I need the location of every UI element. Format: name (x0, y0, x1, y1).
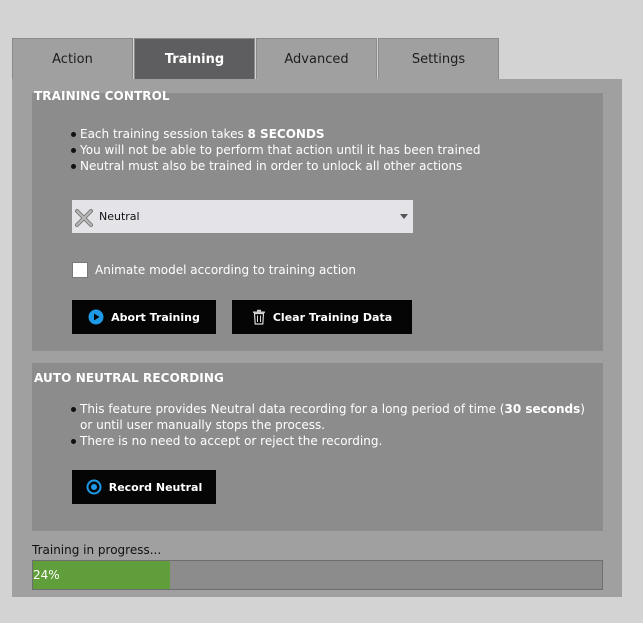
animate-model-label: Animate model according to training acti… (95, 263, 356, 277)
tab-training[interactable]: Training (134, 38, 255, 79)
training-info-list: Each training session takes 8 SECONDS Yo… (70, 126, 590, 174)
abort-training-button[interactable]: Abort Training (72, 300, 216, 334)
tab-action[interactable]: Action (12, 38, 133, 79)
auto-neutral-title: AUTO NEUTRAL RECORDING (34, 371, 224, 385)
tab-settings[interactable]: Settings (378, 38, 499, 79)
list-item: Each training session takes 8 SECONDS (70, 126, 590, 142)
record-neutral-button[interactable]: Record Neutral (72, 470, 216, 504)
list-item: This feature provides Neutral data recor… (70, 401, 590, 433)
record-circle-icon (86, 479, 102, 495)
action-select-dropdown[interactable]: Neutral (72, 200, 413, 233)
tab-bar: Action Training Advanced Settings (12, 38, 500, 79)
progress-percent: 24% (33, 568, 60, 582)
training-control-title: TRAINING CONTROL (34, 89, 170, 103)
auto-neutral-section: AUTO NEUTRAL RECORDING This feature prov… (32, 363, 603, 531)
neutral-cross-icon (75, 208, 93, 227)
clear-training-data-label: Clear Training Data (272, 310, 393, 324)
animate-model-checkbox[interactable] (72, 262, 88, 278)
list-item: You will not be able to perform that act… (70, 142, 590, 158)
tab-advanced[interactable]: Advanced (256, 38, 377, 79)
record-neutral-label: Record Neutral (108, 480, 203, 494)
training-progress-bar: 24% (32, 560, 603, 590)
progress-status-text: Training in progress... (32, 543, 162, 557)
play-circle-icon (88, 309, 104, 325)
training-control-section: TRAINING CONTROL Each training session t… (32, 89, 603, 351)
clear-training-data-button[interactable]: Clear Training Data (232, 300, 412, 334)
training-panel: TRAINING CONTROL Each training session t… (12, 79, 622, 597)
chevron-down-icon[interactable] (400, 214, 408, 219)
dropdown-selected-value: Neutral (99, 210, 140, 223)
list-item: Neutral must also be trained in order to… (70, 158, 590, 174)
abort-training-label: Abort Training (111, 310, 200, 324)
auto-neutral-info-list: This feature provides Neutral data recor… (70, 401, 590, 449)
trash-icon (252, 309, 265, 325)
list-item: There is no need to accept or reject the… (70, 433, 590, 449)
animate-model-option: Animate model according to training acti… (72, 262, 356, 278)
